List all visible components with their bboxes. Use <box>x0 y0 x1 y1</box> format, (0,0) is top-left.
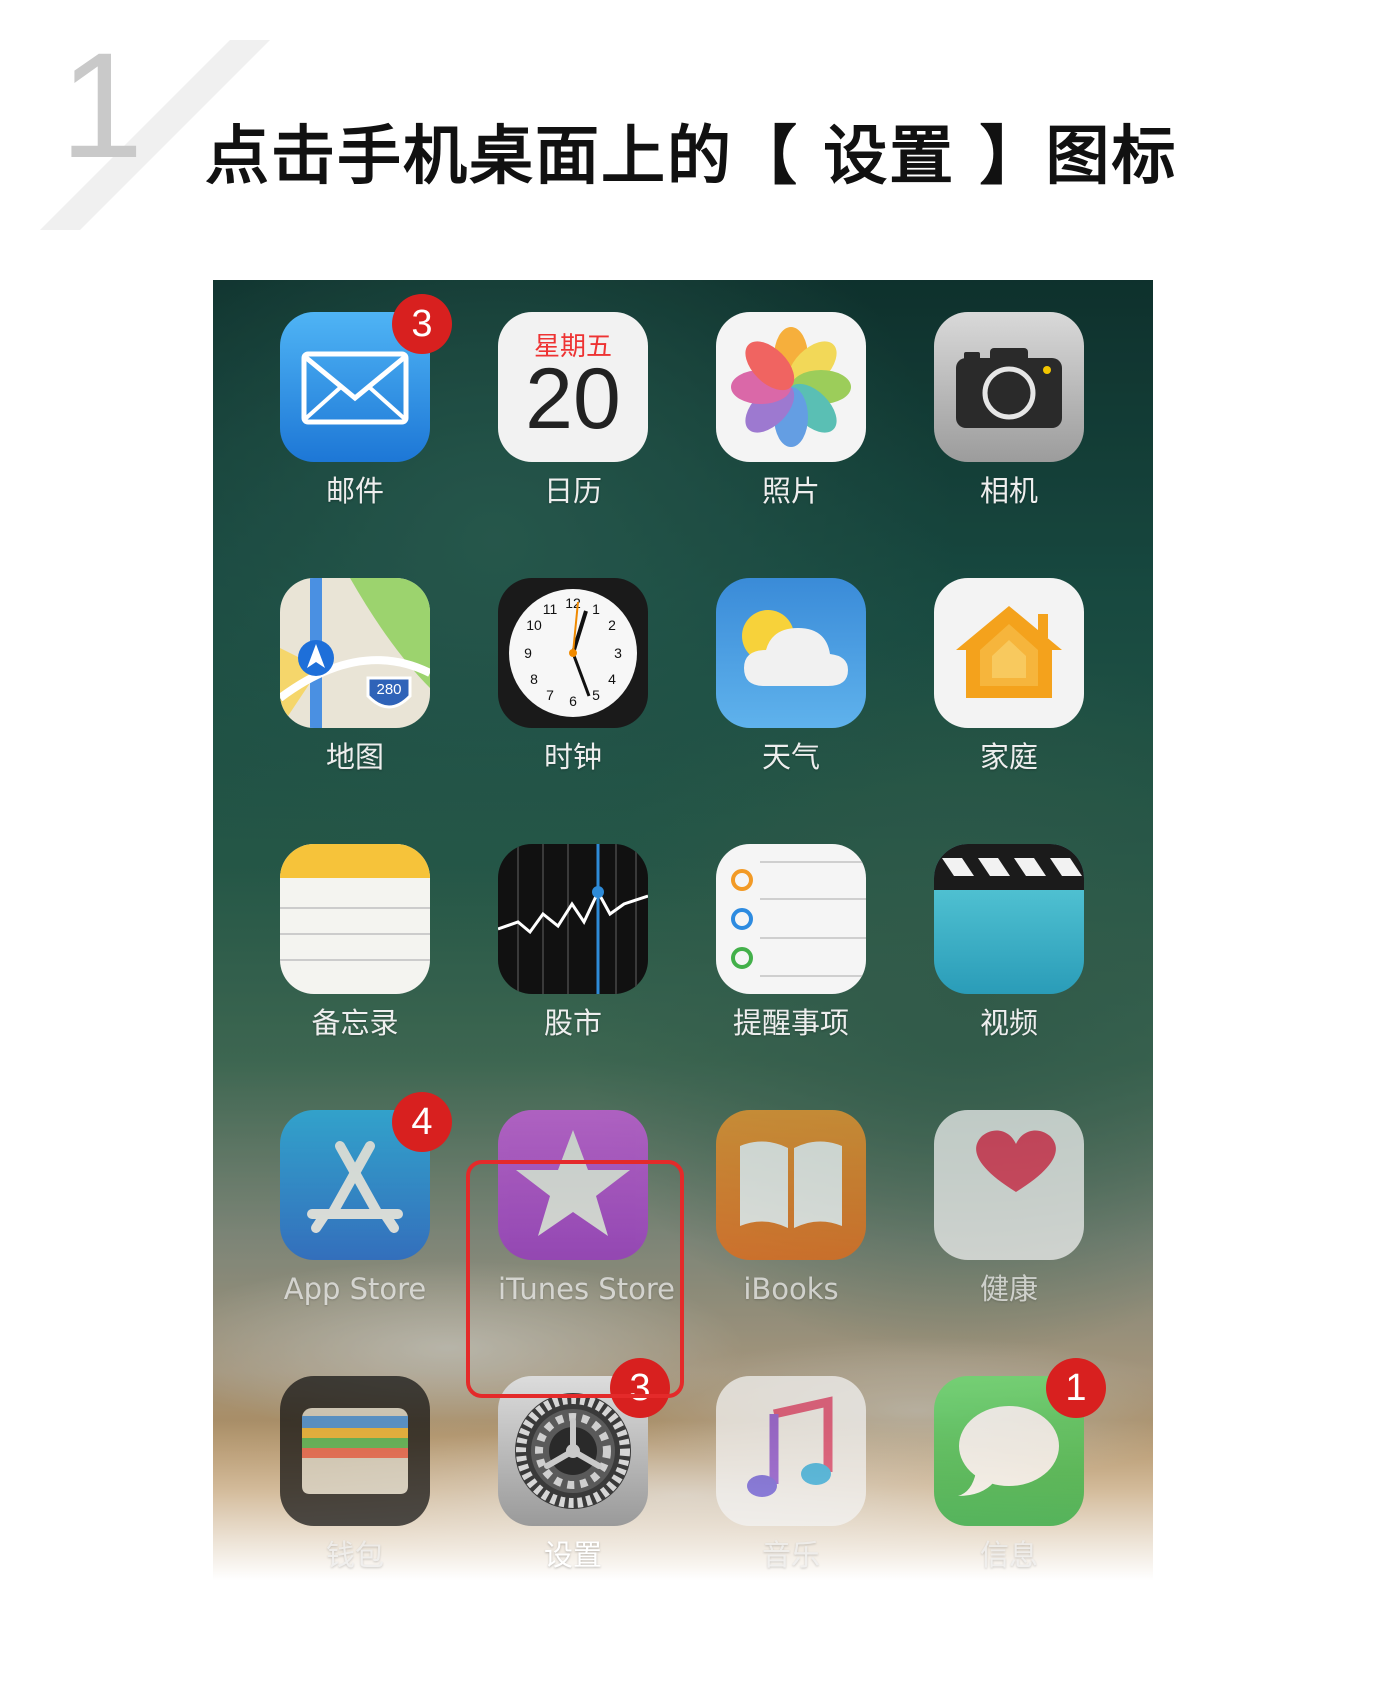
app-label: 提醒事项 <box>732 1005 849 1040</box>
svg-text:11: 11 <box>543 601 558 617</box>
app-label: 视频 <box>979 1005 1038 1040</box>
calendar-day: 20 <box>525 351 621 447</box>
app-weather[interactable]: 天气 <box>716 577 866 774</box>
svg-text:7: 7 <box>546 687 554 703</box>
maps-shield-number: 280 <box>376 681 401 698</box>
app-label: 照片 <box>761 474 820 508</box>
camera-icon <box>934 312 1084 462</box>
app-settings[interactable]: 3 设置 <box>498 1357 670 1572</box>
app-health[interactable]: 健康 <box>934 1109 1084 1306</box>
app-label: 钱包 <box>325 1537 384 1572</box>
app-label: 相机 <box>979 474 1038 508</box>
clock-icon: 12 1 2 345 678 9 10 11 <box>498 577 648 728</box>
app-label: 设置 <box>543 1537 602 1572</box>
app-label: 日历 <box>543 474 602 508</box>
step-number: 1 <box>60 21 144 189</box>
app-label: 音乐 <box>761 1537 820 1572</box>
app-app-store[interactable]: 4 App Store <box>280 1091 452 1306</box>
music-note-icon <box>716 1375 866 1526</box>
app-music[interactable]: 音乐 <box>716 1375 866 1572</box>
step-title: 点击手机桌面上的【 设置 】图标 <box>205 120 1178 194</box>
heart-icon <box>934 1109 1084 1260</box>
app-calendar[interactable]: 星期五 20 日历 <box>498 312 648 508</box>
app-label: 健康 <box>979 1271 1038 1306</box>
app-mail[interactable]: 3 邮件 <box>280 294 452 508</box>
app-stocks[interactable]: 股市 <box>498 843 648 1040</box>
svg-text:6: 6 <box>569 693 577 709</box>
app-label: 邮件 <box>325 474 384 508</box>
book-icon <box>716 1109 866 1260</box>
notification-badge: 4 <box>392 1091 452 1152</box>
app-messages[interactable]: 1 信息 <box>934 1357 1106 1572</box>
stocks-icon <box>498 843 648 994</box>
svg-text:2: 2 <box>608 617 616 633</box>
photos-icon <box>716 312 866 462</box>
svg-text:10: 10 <box>526 617 542 633</box>
app-camera[interactable]: 相机 <box>934 312 1084 508</box>
app-maps[interactable]: 280 地图 <box>280 577 430 774</box>
svg-text:4: 4 <box>608 671 616 687</box>
iphone-home-screen: 3 邮件 星期五 20 日历 照片 相机 280 地图 12 1 2 3 4 5… <box>213 280 1153 1580</box>
notification-badge: 3 <box>392 294 452 354</box>
app-label: 股市 <box>543 1005 602 1040</box>
app-grid: 3 邮件 星期五 20 日历 照片 相机 280 地图 12 1 2 3 4 5… <box>280 294 1106 1572</box>
svg-text:1: 1 <box>592 601 600 617</box>
svg-text:5: 5 <box>592 687 600 703</box>
notes-icon <box>280 843 430 994</box>
svg-text:8: 8 <box>530 671 538 687</box>
app-label: 时钟 <box>543 739 602 774</box>
app-label: 备忘录 <box>311 1005 399 1040</box>
clapperboard-icon <box>934 843 1084 994</box>
app-label: 家庭 <box>979 739 1038 774</box>
app-notes[interactable]: 备忘录 <box>280 843 430 1040</box>
home-icon <box>934 577 1084 728</box>
wallet-icon <box>280 1375 430 1526</box>
app-wallet[interactable]: 钱包 <box>280 1375 430 1572</box>
app-videos[interactable]: 视频 <box>934 843 1084 1040</box>
calendar-icon: 星期五 20 <box>498 312 648 462</box>
app-label: 天气 <box>761 739 820 774</box>
app-label: App Store <box>283 1271 427 1306</box>
app-ibooks[interactable]: iBooks <box>716 1109 866 1306</box>
app-reminders[interactable]: 提醒事项 <box>716 843 866 1040</box>
notification-badge: 1 <box>1046 1357 1106 1418</box>
weather-icon <box>716 577 866 728</box>
app-label: iBooks <box>743 1271 839 1306</box>
app-label: 信息 <box>979 1537 1038 1572</box>
app-home[interactable]: 家庭 <box>934 577 1084 774</box>
svg-text:3: 3 <box>614 645 622 661</box>
reminders-icon <box>716 843 866 994</box>
maps-icon: 280 <box>280 577 430 728</box>
app-clock[interactable]: 12 1 2 345 678 9 10 11 时钟 <box>498 577 648 774</box>
settings-highlight-box <box>466 1160 684 1398</box>
app-label: 地图 <box>325 739 384 774</box>
app-photos[interactable]: 照片 <box>716 312 866 508</box>
svg-text:9: 9 <box>524 645 532 661</box>
